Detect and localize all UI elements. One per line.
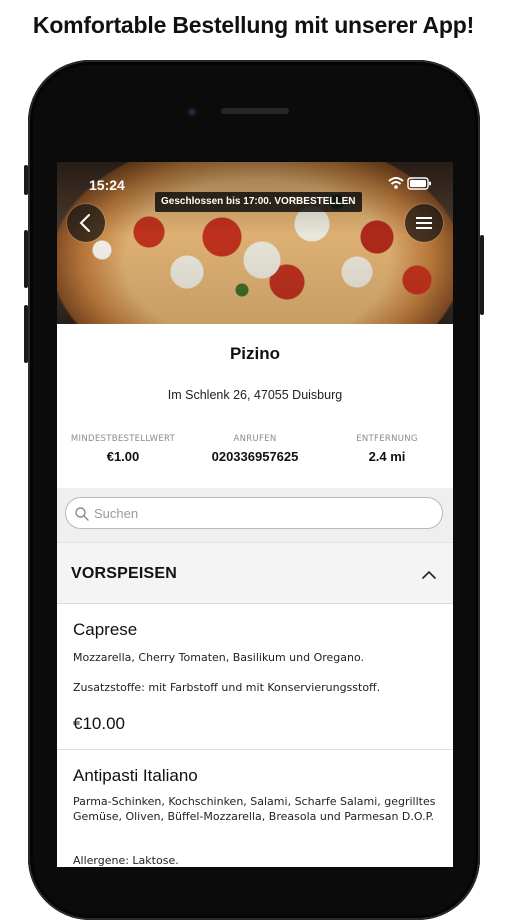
search-icon bbox=[75, 507, 89, 521]
call-stat[interactable]: ANRUFEN 020336957625 bbox=[189, 434, 321, 464]
min-order-value: €1.00 bbox=[106, 449, 140, 464]
menu-item-description: Parma-Schinken, Kochschinken, Salami, Sc… bbox=[73, 795, 436, 823]
phone-power-button bbox=[480, 235, 484, 315]
distance-stat: ENTFERNUNG 2.4 mi bbox=[321, 434, 453, 464]
search-input[interactable] bbox=[94, 503, 424, 523]
menu-item-price: €10.00 bbox=[73, 714, 125, 733]
menu-item-description: Mozzarella, Cherry Tomaten, Basilikum un… bbox=[73, 651, 365, 664]
phone-volume-down-button bbox=[24, 305, 28, 363]
min-order-stat: MINDESTBESTELLWERT €1.00 bbox=[57, 434, 189, 464]
chevron-left-icon bbox=[79, 214, 90, 232]
restaurant-info: Pizino Im Schlenk 26, 47055 Duisburg MIN… bbox=[57, 324, 453, 488]
category-header-vorspeisen[interactable]: VORSPEISEN bbox=[57, 542, 453, 604]
menu-item-antipasti-italiano[interactable]: Antipasti Italiano Parma-Schinken, Kochs… bbox=[57, 750, 453, 867]
battery-icon bbox=[407, 177, 431, 190]
category-title: VORSPEISEN bbox=[71, 565, 178, 582]
restaurant-address: Im Schlenk 26, 47055 Duisburg bbox=[167, 388, 343, 402]
back-button[interactable] bbox=[67, 204, 105, 242]
closed-preorder-banner[interactable]: Geschlossen bis 17:00. VORBESTELLEN bbox=[155, 192, 362, 212]
chevron-up-icon[interactable] bbox=[421, 569, 437, 581]
search-field[interactable] bbox=[65, 497, 443, 529]
app-screen: 15:24 Geschlossen bis 17:00. VORBESTELLE… bbox=[57, 162, 453, 867]
distance-label: ENTFERNUNG bbox=[356, 434, 418, 444]
phone-number[interactable]: 020336957625 bbox=[189, 449, 321, 464]
menu-item-name: Antipasti Italiano bbox=[73, 766, 198, 785]
status-bar-icons bbox=[387, 175, 435, 193]
phone-volume-up-button bbox=[24, 230, 28, 288]
status-bar-time: 15:24 bbox=[89, 177, 125, 193]
earpiece-speaker bbox=[221, 108, 289, 114]
promo-headline: Komfortable Bestellung mit unserer App! bbox=[32, 12, 475, 38]
min-order-label: MINDESTBESTELLWERT bbox=[70, 434, 176, 444]
menu-item-additives: Zusatzstoffe: mit Farbstoff und mit Kons… bbox=[73, 681, 381, 694]
search-bar bbox=[57, 488, 453, 542]
menu-item-name: Caprese bbox=[73, 620, 138, 639]
phone-mute-switch bbox=[24, 165, 28, 195]
call-label: ANRUFEN bbox=[233, 434, 277, 444]
menu-item-caprese[interactable]: Caprese Mozzarella, Cherry Tomaten, Basi… bbox=[57, 604, 453, 750]
distance-value: 2.4 mi bbox=[368, 449, 406, 464]
restaurant-name: Pizino bbox=[229, 344, 281, 363]
menu-item-allergens: Allergene: Laktose. bbox=[73, 854, 179, 867]
hamburger-menu-icon bbox=[416, 217, 432, 229]
menu-button[interactable] bbox=[405, 204, 443, 242]
front-camera bbox=[186, 106, 198, 118]
